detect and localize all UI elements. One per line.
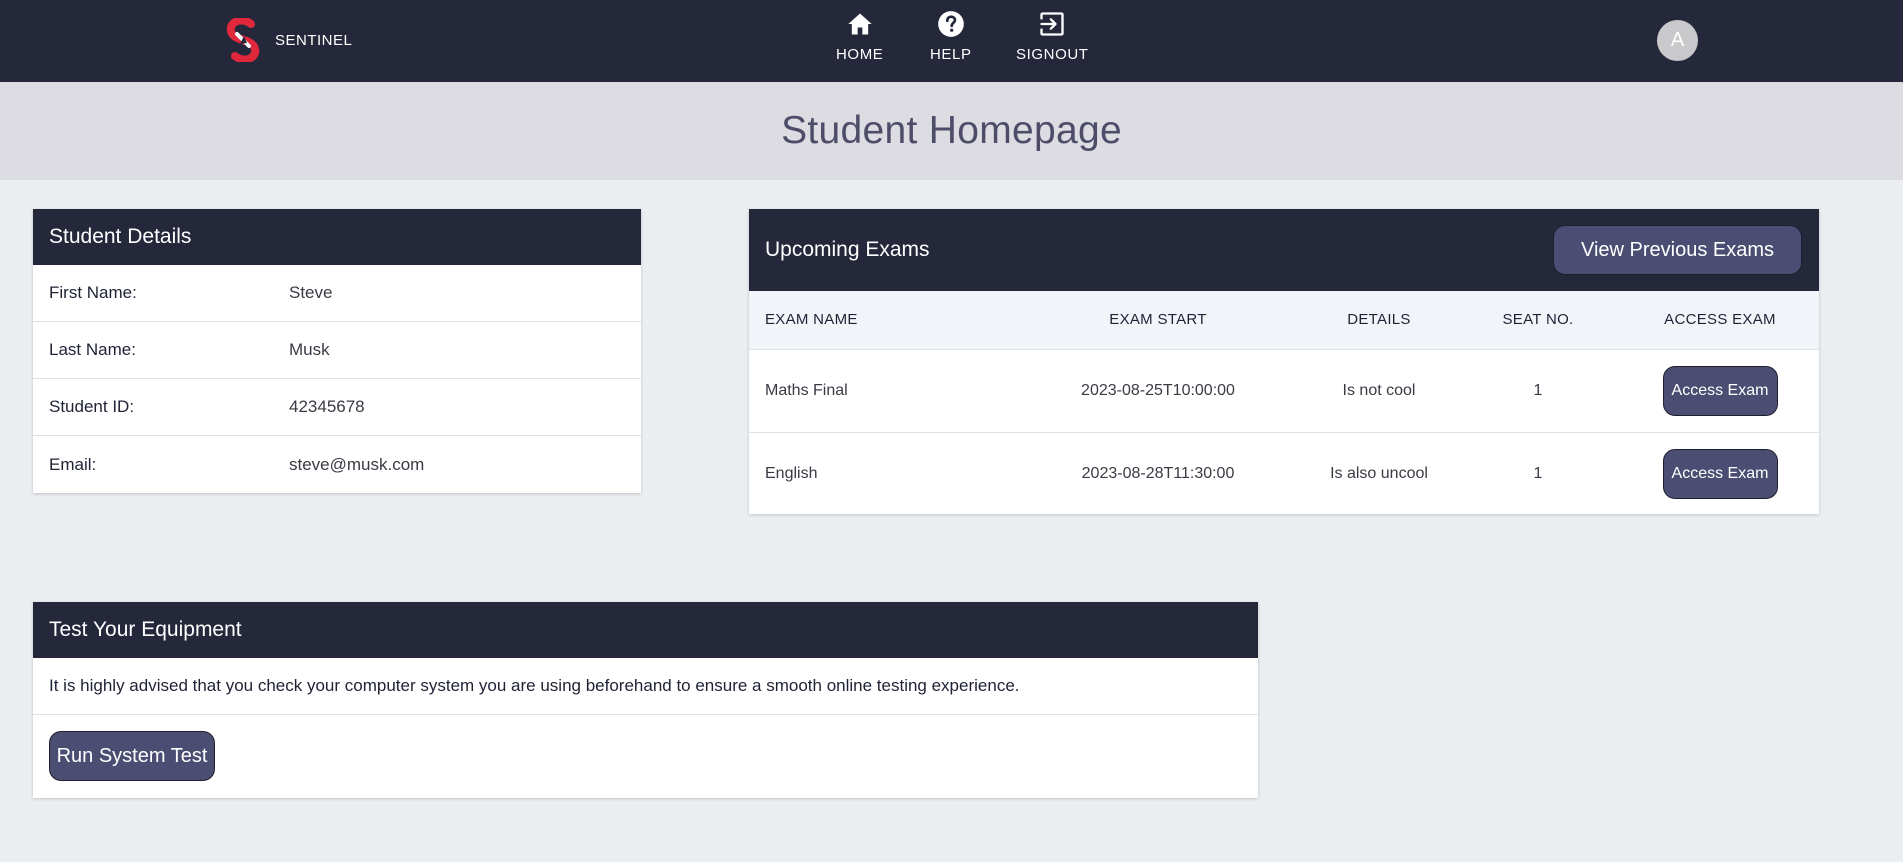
detail-label: First Name: (49, 283, 137, 302)
column-header-exam-name: EXAM NAME (765, 311, 858, 329)
exam-name-cell: English (765, 464, 818, 482)
table-row: English 2023-08-28T11:30:00 Is also unco… (749, 432, 1819, 515)
run-system-test-button[interactable]: Run System Test (49, 731, 215, 781)
sign-out-icon (1040, 12, 1064, 36)
sentinel-logo-icon (226, 18, 260, 62)
exam-name-cell: Maths Final (765, 381, 848, 399)
column-header-exam-start: EXAM START (1109, 311, 1207, 329)
seat-no-cell: 1 (1533, 381, 1543, 399)
upcoming-exams-title: Upcoming Exams (765, 238, 930, 261)
test-equipment-title: Test Your Equipment (33, 602, 1258, 658)
table-row: Maths Final 2023-08-25T10:00:00 Is not c… (749, 349, 1819, 432)
page-title: Student Homepage (781, 109, 1122, 152)
upcoming-exams-card: Upcoming Exams View Previous Exams EXAM … (749, 209, 1819, 514)
exam-start-cell: 2023-08-28T11:30:00 (1081, 464, 1235, 482)
top-navbar: SENTINEL HOME HELP SIGNOUT A (0, 0, 1903, 82)
page-header: Student Homepage (0, 82, 1903, 180)
help-circle-icon (937, 11, 964, 37)
student-details-title: Student Details (33, 209, 641, 265)
view-previous-exams-button[interactable]: View Previous Exams (1553, 225, 1802, 275)
home-icon (848, 13, 872, 35)
student-details-card: Student Details First Name: Steve Last N… (33, 209, 641, 493)
nav-home[interactable]: HOME (836, 10, 883, 63)
detail-value: Musk (289, 340, 330, 359)
detail-row-email: Email: steve@musk.com (33, 436, 641, 493)
user-avatar[interactable]: A (1657, 20, 1698, 61)
nav-signout-label: SIGNOUT (1016, 46, 1089, 63)
exam-details-cell: Is not cool (1342, 381, 1416, 399)
nav-home-label: HOME (836, 46, 884, 63)
brand[interactable]: SENTINEL (225, 18, 352, 62)
nav-help[interactable]: HELP (930, 10, 972, 63)
brand-name: SENTINEL (275, 31, 353, 49)
detail-row-last-name: Last Name: Musk (33, 322, 641, 379)
detail-label: Email: (49, 454, 97, 474)
detail-value: 42345678 (289, 397, 365, 416)
detail-row-first-name: First Name: Steve (33, 265, 641, 322)
detail-row-student-id: Student ID: 42345678 (33, 379, 641, 436)
detail-label: Student ID: (49, 397, 135, 416)
column-header-details: DETAILS (1347, 311, 1411, 329)
test-equipment-card: Test Your Equipment It is highly advised… (33, 602, 1258, 798)
exam-start-cell: 2023-08-25T10:00:00 (1081, 381, 1235, 399)
upcoming-exams-header: Upcoming Exams View Previous Exams (749, 209, 1819, 291)
exams-table: EXAM NAME EXAM START DETAILS SEAT NO. AC… (749, 291, 1819, 515)
seat-no-cell: 1 (1533, 464, 1543, 482)
detail-value: Steve (289, 283, 333, 302)
column-header-access-exam: ACCESS EXAM (1664, 311, 1776, 329)
detail-label: Last Name: (49, 340, 136, 359)
nav-help-label: HELP (930, 46, 972, 63)
exams-table-header: EXAM NAME EXAM START DETAILS SEAT NO. AC… (749, 291, 1819, 349)
detail-value: steve@musk.com (289, 454, 425, 474)
access-exam-button[interactable]: Access Exam (1662, 448, 1778, 499)
exam-details-cell: Is also uncool (1330, 464, 1428, 482)
access-exam-cell: Access Exam (1621, 432, 1819, 515)
column-header-seat-no: SEAT NO. (1502, 311, 1574, 329)
test-equipment-description: It is highly advised that you check your… (33, 658, 1258, 715)
nav-signout[interactable]: SIGNOUT (1016, 10, 1089, 63)
access-exam-button[interactable]: Access Exam (1662, 365, 1778, 416)
access-exam-cell: Access Exam (1621, 349, 1819, 432)
